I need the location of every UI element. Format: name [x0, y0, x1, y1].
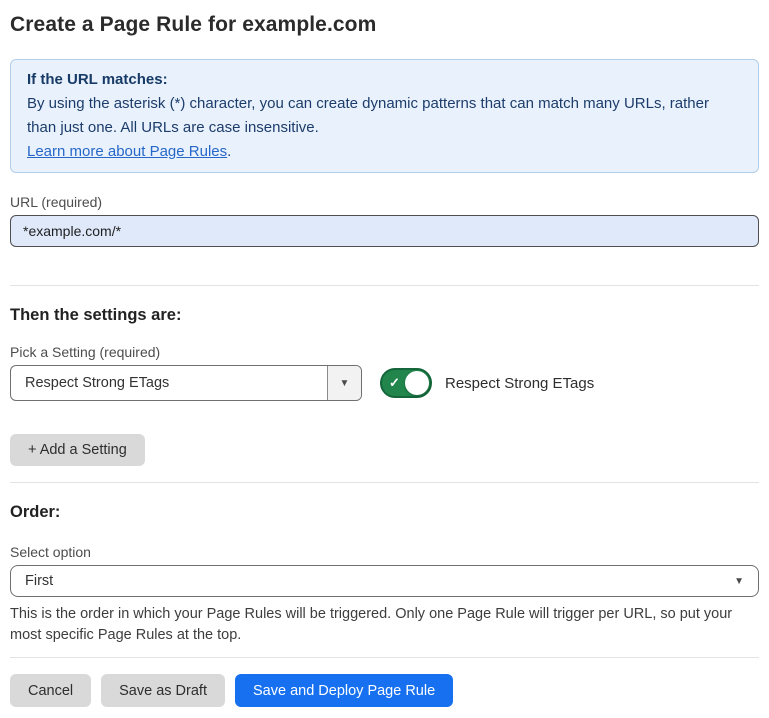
url-match-info-box: If the URL matches: By using the asteris… — [10, 59, 759, 173]
respect-strong-etags-toggle[interactable]: ✓ — [380, 368, 432, 398]
setting-select-value: Respect Strong ETags — [11, 366, 327, 400]
setting-row: Respect Strong ETags ▼ ✓ Respect Strong … — [10, 365, 759, 401]
settings-section-heading: Then the settings are: — [10, 305, 759, 325]
toggle-knob — [405, 371, 429, 395]
order-select[interactable]: First ▼ — [10, 565, 759, 597]
divider-settings-order — [10, 482, 759, 483]
divider-url-settings — [10, 285, 759, 286]
actions-row: Cancel Save as Draft Save and Deploy Pag… — [10, 674, 759, 707]
url-input[interactable] — [10, 215, 759, 247]
save-as-draft-button[interactable]: Save as Draft — [101, 674, 225, 707]
order-select-label: Select option — [10, 543, 759, 561]
chevron-down-icon: ▼ — [734, 576, 744, 587]
setting-select-arrow-button[interactable]: ▼ — [327, 366, 361, 400]
order-select-value: First — [25, 573, 734, 589]
setting-picker-label: Pick a Setting (required) — [10, 343, 759, 361]
add-setting-button[interactable]: + Add a Setting — [10, 434, 145, 466]
setting-select[interactable]: Respect Strong ETags ▼ — [10, 365, 362, 401]
link-suffix: . — [227, 143, 231, 160]
cancel-button[interactable]: Cancel — [10, 674, 91, 707]
info-box-link-line: Learn more about Page Rules. — [27, 140, 742, 164]
check-icon: ✓ — [389, 376, 400, 389]
toggle-label: Respect Strong ETags — [445, 375, 594, 392]
info-box-heading: If the URL matches: — [27, 68, 742, 92]
order-help-text: This is the order in which your Page Rul… — [10, 604, 755, 646]
url-field-label: URL (required) — [10, 193, 759, 211]
info-box-body: By using the asterisk (*) character, you… — [27, 92, 742, 140]
page-title: Create a Page Rule for example.com — [10, 12, 759, 38]
divider-order-actions — [10, 657, 759, 658]
chevron-down-icon: ▼ — [340, 378, 350, 389]
order-section-heading: Order: — [10, 502, 759, 522]
save-and-deploy-button[interactable]: Save and Deploy Page Rule — [235, 674, 453, 707]
learn-more-link[interactable]: Learn more about Page Rules — [27, 143, 227, 160]
